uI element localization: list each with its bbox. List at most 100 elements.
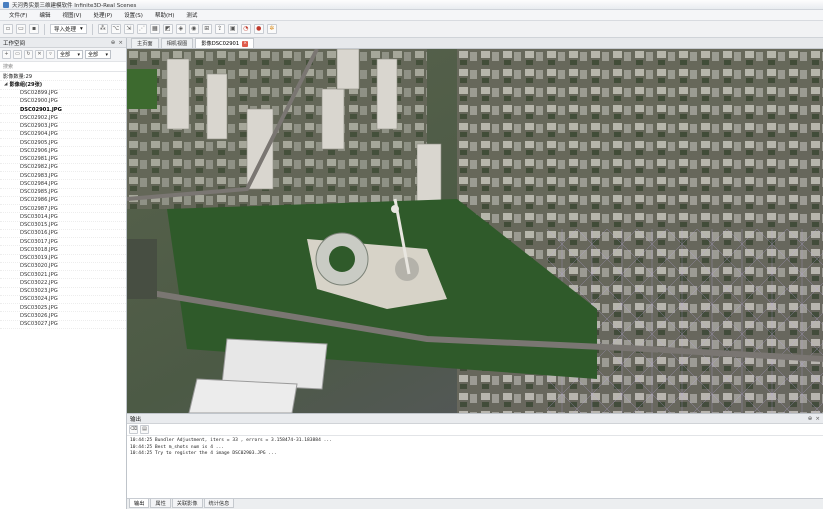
image-file-item[interactable]: DSC02986.JPG [0,197,126,205]
feature-icon[interactable]: ⁂ [97,24,108,34]
refresh-icon[interactable]: ↻ [24,50,33,59]
image-file-item[interactable]: DSC02905.JPG [0,139,126,148]
image-file-item[interactable]: DSC02906.JPG [0,147,126,156]
image-file-item[interactable]: DSC03027.JPG [0,321,126,329]
image-file-label: DSC03015.JPG [20,222,58,229]
gear-icon[interactable]: ✲ [266,24,277,34]
image-file-item[interactable]: DSC03015.JPG [0,222,126,230]
model-icon[interactable]: ◈ [175,24,186,34]
image-file-item[interactable]: DSC03026.JPG [0,312,126,321]
tab-related-images[interactable]: 关联影像 [171,499,203,508]
tab-home-label: 主页面 [137,41,153,47]
workspace-panel: 工作空间 ⊕ × + ▭ ↻ ✕ ▿ 全部 ▾ 全部 ▾ 搜索 影像数量:29 … [0,38,127,509]
image-file-item[interactable]: DSC03019.JPG [0,255,126,263]
filter-select-b[interactable]: 全部 ▾ [85,50,111,59]
image-file-label: DSC03023.JPG [20,288,58,295]
pin-icon[interactable]: ⊕ [111,40,116,46]
image-file-label: DSC02903.JPG [20,123,58,130]
image-file-item[interactable]: DSC03014.JPG [0,213,126,222]
export-icon[interactable]: ⇪ [214,24,225,34]
image-file-item[interactable]: DSC03017.JPG [0,238,126,247]
clear-log-icon[interactable]: ⌫ [129,425,138,434]
copy-log-icon[interactable]: ▤ [140,425,149,434]
image-file-item[interactable]: DSC02987.JPG [0,205,126,214]
image-file-item[interactable]: DSC02984.JPG [0,180,126,189]
menu-edit[interactable]: 编辑 [33,11,56,19]
caret-down-icon[interactable]: ◢ [4,82,7,87]
tab-properties[interactable]: 属性 [150,499,171,508]
new-file-icon[interactable]: ▫ [3,24,13,34]
image-file-item[interactable]: DSC02981.JPG [0,156,126,164]
output-header: 输出 ⊕ × [127,414,823,424]
workspace-title: 工作空间 [3,40,26,47]
texture-icon[interactable]: ◩ [162,24,173,34]
search-input[interactable]: 搜索 [0,62,126,72]
pin-icon[interactable]: ⊕ [808,416,813,422]
filter-icon[interactable]: ▿ [46,50,55,59]
close-tab-icon[interactable]: × [242,40,249,47]
menu-settings[interactable]: 设置(S) [118,11,149,19]
image-file-item[interactable]: DSC02904.JPG [0,131,126,139]
image-file-item[interactable]: DSC02899.JPG [0,90,126,98]
menu-help[interactable]: 帮助(H) [149,11,180,19]
image-file-label: DSC03021.JPG [20,271,58,278]
image-file-label: DSC02981.JPG [20,156,58,163]
add-image-icon[interactable]: + [2,50,11,59]
tab-output[interactable]: 输出 [129,499,150,508]
workspace-header: 工作空间 ⊕ × [0,38,126,48]
output-tabs: 输出 属性 关联影像 统计信息 [127,498,823,509]
image-file-item[interactable]: DSC02902.JPG [0,114,126,123]
image-file-item[interactable]: DSC03022.JPG [0,279,126,288]
image-file-item[interactable]: DSC02901.JPG [0,106,126,115]
match-icon[interactable]: ⌥ [110,24,121,34]
image-file-item[interactable]: DSC02903.JPG [0,123,126,131]
open-folder-icon[interactable]: ▭ [16,24,26,34]
mesh-icon[interactable]: ▦ [149,24,160,34]
image-file-item[interactable]: DSC03018.JPG [0,246,126,255]
image-file-item[interactable]: DSC02900.JPG [0,98,126,106]
image-file-item[interactable]: DSC03025.JPG [0,304,126,313]
image-file-label: DSC02899.JPG [20,90,58,97]
folder-icon[interactable]: ▭ [13,50,22,59]
tab-statistics[interactable]: 统计信息 [203,499,235,508]
chevron-down-icon: ▾ [105,51,108,58]
dense-icon[interactable]: ⋰ [136,24,147,34]
close-icon[interactable]: × [118,40,123,46]
camera-icon[interactable]: ◉ [188,24,199,34]
delete-icon[interactable]: ✕ [35,50,44,59]
align-icon[interactable]: ⇲ [123,24,134,34]
grid-icon[interactable]: ⊞ [201,24,212,34]
menu-bar: 文件(F) 编辑 视图(V) 处理(P) 设置(S) 帮助(H) 测试 [0,10,823,21]
import-dropdown[interactable]: 导入处理 ▾ [50,24,87,34]
output-title: 输出 [130,416,142,423]
tree-group[interactable]: ◢ 影像组(29张) [0,81,126,90]
menu-file[interactable]: 文件(F) [3,11,33,19]
tab-home[interactable]: 主页面 [131,38,159,48]
record-icon[interactable]: ● [253,24,264,34]
close-icon[interactable]: × [815,416,820,422]
image-file-item[interactable]: DSC03023.JPG [0,288,126,296]
image-file-item[interactable]: DSC02982.JPG [0,164,126,172]
menu-view[interactable]: 视图(V) [56,11,87,19]
menu-process[interactable]: 处理(P) [88,11,119,19]
tab-image[interactable]: 影像DSC02901 × [195,38,255,48]
tab-camera-view[interactable]: 相机视图 [160,38,194,48]
image-file-item[interactable]: DSC02985.JPG [0,189,126,197]
image-icon[interactable]: ▣ [227,24,238,34]
filter-select-b-value: 全部 [88,52,99,58]
image-file-item[interactable]: DSC03024.JPG [0,296,126,304]
tab-camera-view-label: 相机视图 [166,41,188,47]
menu-test[interactable]: 测试 [180,11,203,19]
paint-icon[interactable]: ◔ [240,24,251,34]
image-file-item[interactable]: DSC02983.JPG [0,172,126,181]
toolbar-divider [44,23,45,35]
image-file-item[interactable]: DSC03021.JPG [0,271,126,280]
model-viewport[interactable] [127,49,823,413]
image-file-item[interactable]: DSC03016.JPG [0,230,126,238]
tree-root[interactable]: 影像数量:29 [0,73,126,82]
tab-image-label: 影像DSC02901 [201,41,240,47]
image-file-label: DSC02900.JPG [20,98,58,105]
image-file-item[interactable]: DSC03020.JPG [0,263,126,271]
save-icon[interactable]: ▪ [29,24,39,34]
filter-select-a[interactable]: 全部 ▾ [57,50,83,59]
